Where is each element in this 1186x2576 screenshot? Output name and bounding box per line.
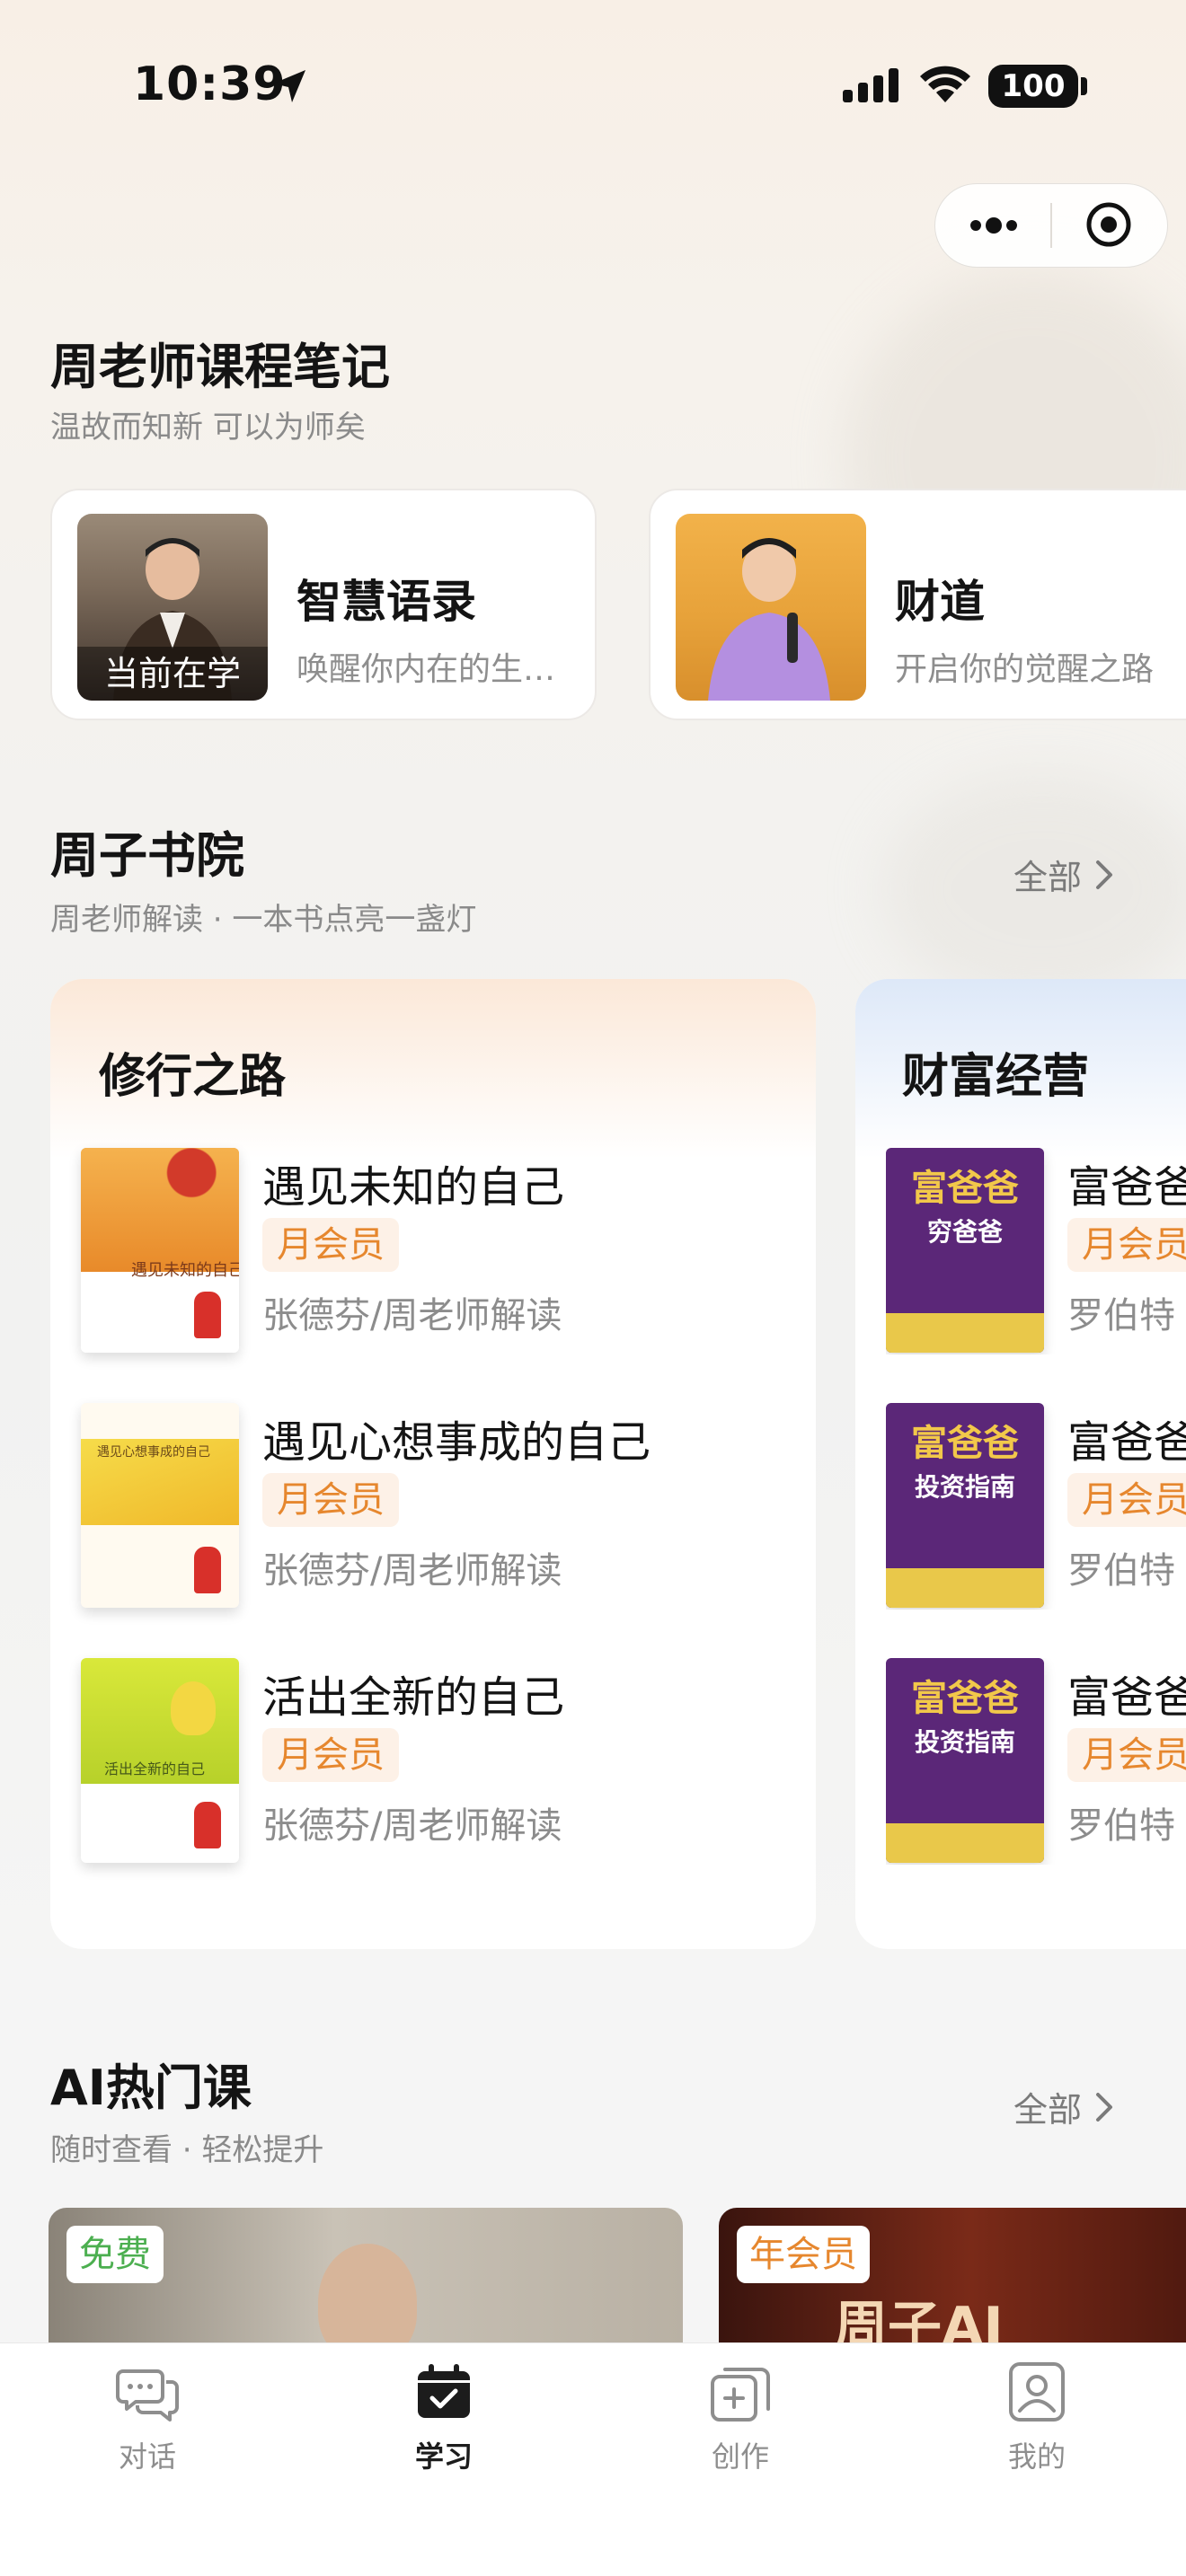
cover-subtitle: 穷爸爸 [926, 1217, 1003, 1247]
book-name: 富爸爸 [1067, 1672, 1186, 1723]
target-circle-icon[interactable] [1084, 199, 1134, 250]
chevron-right-icon [1096, 2092, 1113, 2122]
member-tag: 月会员 [262, 1728, 399, 1782]
cover-title: 遇见未知的自己 [131, 1261, 239, 1280]
book-cover: 富爸爸 穷爸爸 [886, 1148, 1044, 1353]
book-name: 活出全新的自己 [262, 1672, 565, 1723]
speaker-portrait-icon [708, 538, 830, 701]
book-author: 罗伯特 [1067, 1805, 1175, 1847]
cover-art [81, 1148, 239, 1272]
book-author: 张德芬/周老师解读 [262, 1550, 562, 1592]
course-name: 财道 [895, 576, 985, 628]
book-name: 富爸爸 [1067, 1417, 1186, 1468]
book-item[interactable]: 富爸爸 投资指南 富爸爸 月会员 罗伯特 [886, 1403, 1186, 1610]
book-item[interactable]: 富爸爸 投资指南 富爸爸 月会员 罗伯特 [886, 1658, 1186, 1865]
category-title: 财富经营 [902, 1050, 1090, 1104]
cover-figure [194, 1292, 221, 1338]
tab-create[interactable]: 创作 [651, 2360, 830, 2495]
chat-bubbles-icon [116, 2369, 179, 2422]
current-learning-tag: 当前在学 [77, 647, 268, 701]
cover-band [886, 1823, 1044, 1863]
book-author: 张德芬/周老师解读 [262, 1295, 562, 1337]
member-tag: 月会员 [262, 1473, 399, 1527]
cover-title: 富爸爸 [911, 1677, 1019, 1719]
tab-label: 我的 [1007, 2439, 1066, 2474]
book-name: 富爸爸 [1067, 1162, 1186, 1213]
wifi-icon [920, 66, 970, 102]
cover-subtitle: 投资指南 [914, 1727, 1015, 1757]
book-author: 罗伯特 [1067, 1295, 1175, 1337]
book-item[interactable]: 富爸爸 穷爸爸 富爸爸 月会员 罗伯特 [886, 1148, 1186, 1354]
cover-title: 富爸爸 [911, 1167, 1019, 1209]
book-item[interactable]: 活出全新的自己 活出全新的自己 月会员 张德芬/周老师解读 [81, 1658, 800, 1865]
tab-label: 学习 [414, 2439, 473, 2474]
cover-band [886, 1568, 1044, 1608]
cover-title: 遇见心想事成的自己 [97, 1445, 210, 1460]
tab-study[interactable]: 学习 [354, 2360, 534, 2495]
course-desc: 开启你的觉醒之路 [895, 651, 1155, 688]
status-time: 10:39 [133, 57, 287, 111]
notes-section-subtitle: 温故而知新 可以为师矣 [50, 410, 366, 446]
cover-balloon [171, 1681, 216, 1735]
ai-card-tag: 年会员 [737, 2226, 870, 2283]
cover-figure [194, 1547, 221, 1593]
ai-card-tag: 免费 [66, 2226, 164, 2283]
book-cover: 富爸爸 投资指南 [886, 1658, 1044, 1863]
ai-section-title: AI热门课 [50, 2060, 252, 2116]
more-dots-icon[interactable] [965, 208, 1022, 243]
battery-indicator: 100 [988, 65, 1078, 108]
book-cover: 遇见心想事成的自己 [81, 1403, 239, 1608]
academy-section-subtitle: 周老师解读 · 一本书点亮一盏灯 [50, 902, 477, 938]
academy-see-all-link[interactable]: 全部 [1013, 850, 1114, 899]
member-tag: 月会员 [1067, 1218, 1186, 1272]
create-cards-icon [711, 2368, 770, 2422]
book-author: 张德芬/周老师解读 [262, 1805, 562, 1847]
academy-section-title: 周子书院 [50, 827, 244, 884]
see-all-label: 全部 [1013, 858, 1083, 897]
capsule-divider [1050, 203, 1052, 248]
course-card-wisdom[interactable]: 当前在学 智慧语录 唤醒你内在的生… [50, 489, 597, 720]
battery-tip [1081, 77, 1087, 95]
category-title: 修行之路 [99, 1050, 287, 1104]
chevron-right-icon [1096, 860, 1113, 889]
book-item[interactable]: 遇见未知的自己 遇见未知的自己 月会员 张德芬/周老师解读 [81, 1148, 800, 1354]
course-card-wealth[interactable]: 财道 开启你的觉醒之路 [649, 489, 1186, 720]
book-cover: 遇见未知的自己 [81, 1148, 239, 1353]
cover-subtitle: 投资指南 [914, 1472, 1015, 1502]
member-tag: 月会员 [1067, 1473, 1186, 1527]
see-all-label: 全部 [1013, 2090, 1083, 2130]
book-name: 遇见未知的自己 [262, 1162, 565, 1213]
tab-chat[interactable]: 对话 [58, 2360, 237, 2495]
member-tag: 月会员 [262, 1218, 399, 1272]
tab-label: 创作 [711, 2439, 769, 2474]
profile-icon [1009, 2362, 1065, 2422]
course-thumbnail [676, 514, 866, 701]
cover-figure [194, 1802, 221, 1848]
cover-title: 富爸爸 [911, 1422, 1019, 1464]
tab-profile[interactable]: 我的 [947, 2360, 1127, 2495]
ai-section-subtitle: 随时查看 · 轻松提升 [50, 2132, 324, 2168]
book-item[interactable]: 遇见心想事成的自己 遇见心想事成的自己 月会员 张德芬/周老师解读 [81, 1403, 800, 1610]
member-tag: 月会员 [1067, 1728, 1186, 1782]
cellular-signal-icon [843, 68, 898, 102]
calendar-check-icon [418, 2364, 470, 2418]
book-cover: 活出全新的自己 [81, 1658, 239, 1863]
book-cover: 富爸爸 投资指南 [886, 1403, 1044, 1608]
cover-band [886, 1313, 1044, 1353]
course-name: 智慧语录 [296, 576, 476, 628]
ai-see-all-link[interactable]: 全部 [1013, 2082, 1114, 2131]
course-thumbnail: 当前在学 [77, 514, 268, 701]
book-name: 遇见心想事成的自己 [262, 1417, 651, 1468]
course-desc: 唤醒你内在的生… [296, 651, 556, 688]
tab-label: 对话 [118, 2439, 176, 2474]
notes-section-title: 周老师课程笔记 [50, 339, 390, 395]
book-author: 罗伯特 [1067, 1550, 1175, 1592]
cover-title: 活出全新的自己 [104, 1760, 206, 1778]
location-arrow-icon [273, 70, 305, 102]
